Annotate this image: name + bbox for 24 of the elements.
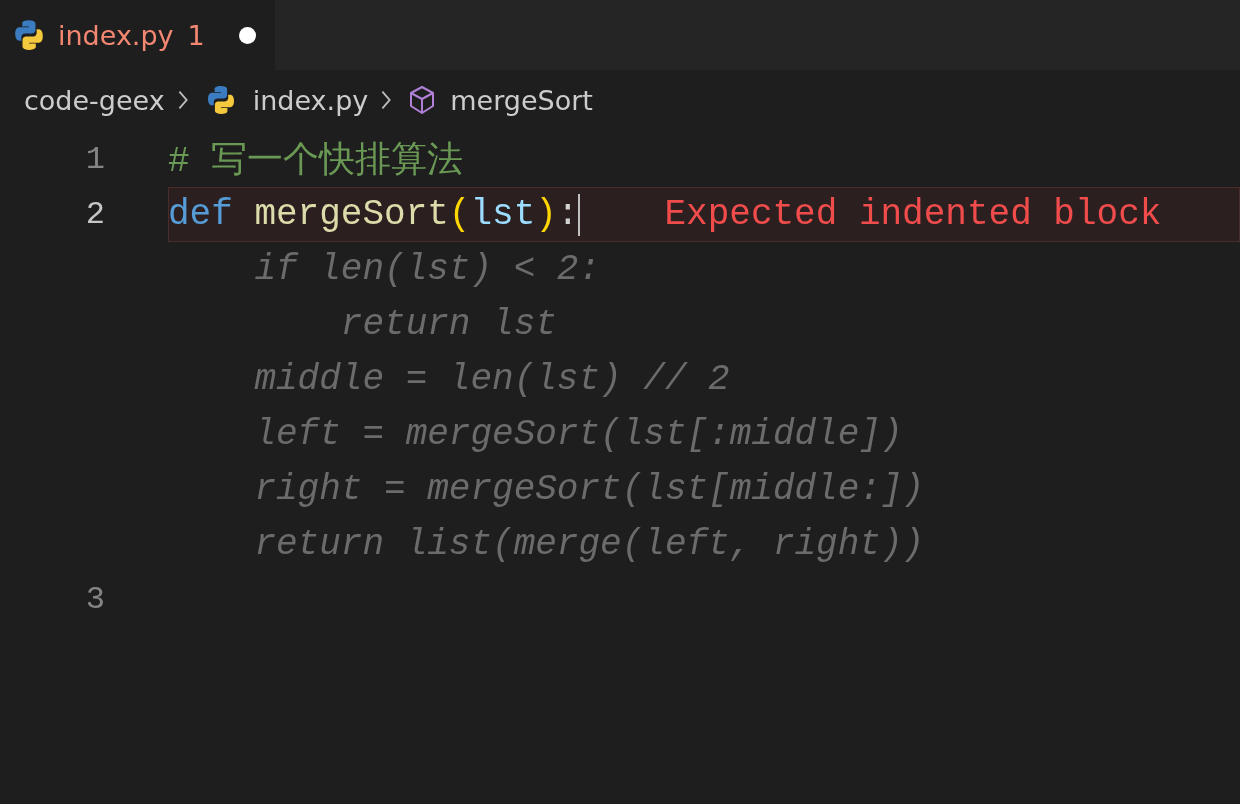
cube-icon xyxy=(408,85,437,115)
unsaved-dot-icon[interactable] xyxy=(238,26,256,44)
chevron-icon xyxy=(176,89,189,111)
tab-title: index.py xyxy=(58,19,174,51)
chevron-icon xyxy=(380,89,393,111)
ghost-suggestion-line: return lst xyxy=(339,304,557,345)
breadcrumb-item[interactable]: code-geex xyxy=(24,84,165,116)
breadcrumb-item[interactable]: mergeSort xyxy=(450,84,593,116)
python-icon xyxy=(12,18,46,52)
line-number: 1 xyxy=(84,141,105,178)
problem-count: 1 xyxy=(187,19,205,51)
text-cursor xyxy=(578,193,581,236)
code-line: # 写一个快排算法 xyxy=(168,140,464,184)
editor-tab[interactable]: index.py 1 xyxy=(0,0,275,70)
line-number: 2 xyxy=(84,196,105,233)
ghost-suggestion-line: middle = len(lst) // 2 xyxy=(253,359,730,400)
ghost-suggestion-line: if len(lst) < 2: xyxy=(253,249,601,290)
breadcrumb-item[interactable]: index.py xyxy=(252,84,369,116)
ghost-suggestion-line: right = mergeSort(lst[middle:]) xyxy=(253,469,925,510)
error-message: Expected indented block xyxy=(664,194,1162,235)
line-number: 3 xyxy=(84,581,105,618)
ghost-suggestion-line: left = mergeSort(lst[:middle]) xyxy=(253,414,903,455)
ghost-suggestion-line: return list(merge(left, right)) xyxy=(253,524,925,565)
code-line: def mergeSort(lst): xyxy=(168,194,579,235)
